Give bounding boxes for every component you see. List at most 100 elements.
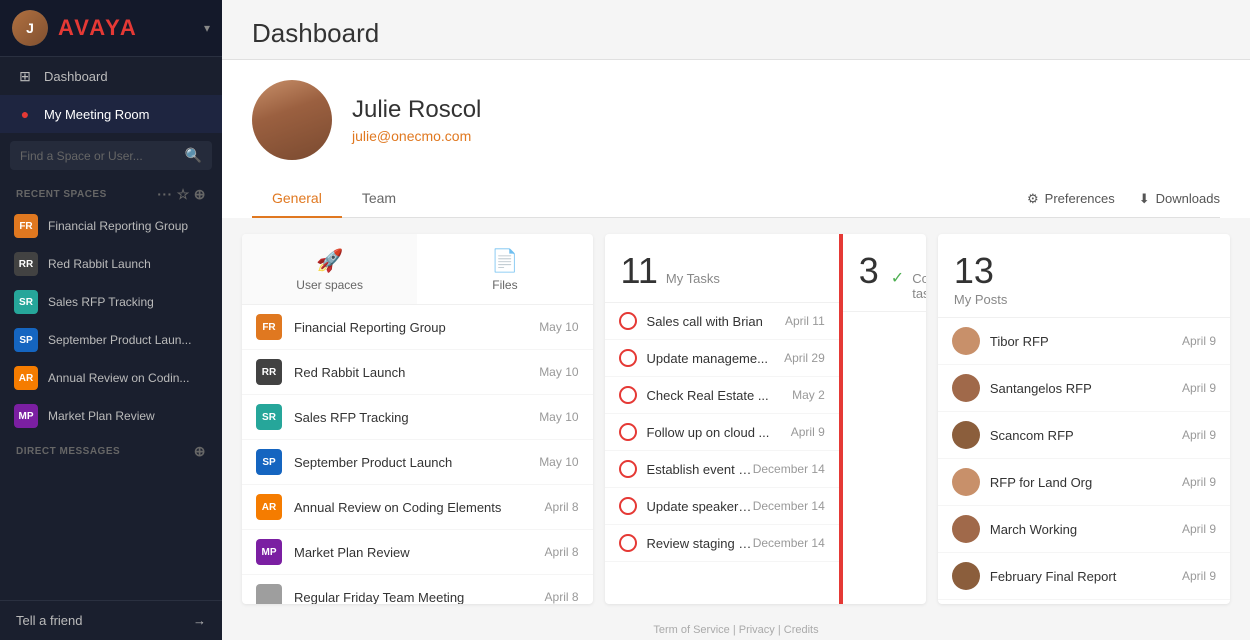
direct-messages-label: DIRECT MESSAGES — [16, 446, 120, 457]
profile-avatar — [252, 80, 332, 160]
task-checkbox[interactable] — [619, 423, 637, 441]
post-name: Santangelos RFP — [990, 381, 1182, 396]
add-icon[interactable]: ⊕ — [194, 186, 206, 203]
task-checkbox[interactable] — [619, 497, 637, 515]
space-row-date: April 8 — [545, 590, 579, 604]
list-item[interactable]: Update manageme... April 29 — [605, 340, 839, 377]
space-badge-ar: AR — [14, 366, 38, 390]
task-date: December 14 — [753, 462, 825, 476]
tab-team[interactable]: Team — [342, 180, 416, 218]
sidebar-item-ar[interactable]: AR Annual Review on Codin... — [0, 359, 222, 397]
task-name: Review staging plans — [647, 536, 753, 551]
tab-general[interactable]: General — [252, 180, 342, 218]
check-circle-icon: ✓ — [891, 268, 904, 288]
list-item[interactable]: RR Red Rabbit Launch May 10 — [242, 350, 593, 395]
list-item[interactable]: Sales call with Brian April 11 — [605, 303, 839, 340]
list-item[interactable]: Regular Friday Team Meeting April 8 — [242, 575, 593, 604]
task-checkbox[interactable] — [619, 312, 637, 330]
tasks-count: 11 — [621, 250, 658, 292]
list-item[interactable]: Santangelos RFP April 9 — [938, 365, 1230, 412]
task-date: April 29 — [784, 351, 825, 365]
sidebar-item-sr[interactable]: SR Sales RFP Tracking — [0, 283, 222, 321]
list-item[interactable]: FR Financial Reporting Group May 10 — [242, 305, 593, 350]
post-avatar — [952, 374, 980, 402]
files-label: Files — [492, 278, 517, 292]
sidebar-item-rr[interactable]: RR Red Rabbit Launch — [0, 245, 222, 283]
list-item[interactable]: SR Sales RFP Tracking May 10 — [242, 395, 593, 440]
post-avatar — [952, 421, 980, 449]
list-item[interactable]: Follow up on cloud ... April 9 — [605, 414, 839, 451]
dashboard-icon: ⊞ — [16, 67, 34, 85]
spaces-tabs-header: 🚀 User spaces 📄 Files — [242, 234, 593, 305]
list-item[interactable]: Scancom RFP April 9 — [938, 412, 1230, 459]
list-item[interactable]: Update speaker list December 14 — [605, 488, 839, 525]
star-icon[interactable]: ☆ — [177, 186, 190, 203]
post-date: April 9 — [1182, 381, 1216, 395]
completed-count: 3 — [859, 250, 879, 292]
sidebar-item-meeting-room[interactable]: ● My Meeting Room — [0, 95, 222, 133]
downloads-button[interactable]: ⬇ Downloads — [1139, 181, 1220, 217]
recent-spaces-header: RECENT SPACES ··· ☆ ⊕ — [0, 178, 222, 207]
sidebar-item-label: Annual Review on Codin... — [48, 371, 208, 385]
tell-a-friend-button[interactable]: Tell a friend → — [0, 600, 222, 640]
avaya-logo: AVAYA — [58, 15, 138, 41]
arrow-right-icon: → — [193, 613, 206, 628]
task-date: December 14 — [753, 536, 825, 550]
chevron-down-icon[interactable]: ▾ — [204, 21, 210, 35]
post-name: February Final Report — [990, 569, 1182, 584]
search-icon[interactable]: 🔍 — [185, 147, 202, 164]
sidebar: J AVAYA ▾ ⊞ Dashboard ● My Meeting Room … — [0, 0, 222, 640]
task-checkbox[interactable] — [619, 349, 637, 367]
add-dm-icon[interactable]: ⊕ — [194, 443, 206, 460]
search-input[interactable] — [20, 149, 185, 163]
list-item[interactable]: MP Market Plan Review April 8 — [242, 530, 593, 575]
completed-tasks-panel: 3 ✓ Completed tasks — [843, 234, 926, 604]
sidebar-item-label: Market Plan Review — [48, 409, 208, 423]
sidebar-item-dashboard[interactable]: ⊞ Dashboard — [0, 57, 222, 95]
gear-icon: ⚙ — [1027, 191, 1039, 207]
list-item[interactable]: Establish event tim... December 14 — [605, 451, 839, 488]
sidebar-item-fr[interactable]: FR Financial Reporting Group — [0, 207, 222, 245]
space-row-date: May 10 — [539, 410, 578, 424]
list-item[interactable]: February Final Report April 9 — [938, 553, 1230, 600]
list-item[interactable]: AR Annual Review on Coding Elements Apri… — [242, 485, 593, 530]
task-name: Follow up on cloud ... — [647, 425, 791, 440]
completed-label: Completed tasks — [912, 271, 926, 301]
list-item[interactable]: March Working April 9 — [938, 506, 1230, 553]
post-date: April 9 — [1182, 569, 1216, 583]
task-name: Establish event tim... — [647, 462, 753, 477]
download-icon: ⬇ — [1139, 191, 1150, 207]
list-item[interactable]: Check Real Estate ... May 2 — [605, 377, 839, 414]
task-name: Update manageme... — [647, 351, 785, 366]
list-item[interactable]: Review staging plans December 14 — [605, 525, 839, 562]
list-item[interactable]: February Update-Interim April 9 — [938, 600, 1230, 604]
post-avatar — [952, 468, 980, 496]
space-badge-sp: SP — [14, 328, 38, 352]
profile-top: Julie Roscol julie@onecmo.com — [252, 80, 1220, 160]
list-item[interactable]: RFP for Land Org April 9 — [938, 459, 1230, 506]
list-item[interactable]: SP September Product Launch May 10 — [242, 440, 593, 485]
preferences-button[interactable]: ⚙ Preferences — [1027, 181, 1115, 217]
space-row-badge: AR — [256, 494, 282, 520]
sidebar-item-label: Financial Reporting Group — [48, 219, 208, 233]
space-row-badge: SP — [256, 449, 282, 475]
task-checkbox[interactable] — [619, 386, 637, 404]
tab-user-spaces[interactable]: 🚀 User spaces — [242, 234, 417, 304]
task-checkbox[interactable] — [619, 534, 637, 552]
task-checkbox[interactable] — [619, 460, 637, 478]
profile-tab-actions: ⚙ Preferences ⬇ Downloads — [1027, 181, 1220, 217]
tab-files[interactable]: 📄 Files — [417, 234, 592, 304]
profile-name: Julie Roscol — [352, 96, 481, 124]
space-row-date: May 10 — [539, 365, 578, 379]
space-row-name: Annual Review on Coding Elements — [294, 500, 545, 515]
sidebar-item-sp[interactable]: SP September Product Laun... — [0, 321, 222, 359]
post-date: April 9 — [1182, 428, 1216, 442]
list-item[interactable]: Tibor RFP April 9 — [938, 318, 1230, 365]
sidebar-item-mp[interactable]: MP Market Plan Review — [0, 397, 222, 435]
profile-info: Julie Roscol julie@onecmo.com — [352, 96, 481, 144]
space-row-badge: MP — [256, 539, 282, 565]
direct-messages-header: DIRECT MESSAGES ⊕ — [0, 435, 222, 464]
more-icon[interactable]: ··· — [157, 186, 173, 203]
posts-label: My Posts — [954, 292, 1214, 307]
sidebar-header: J AVAYA ▾ — [0, 0, 222, 57]
